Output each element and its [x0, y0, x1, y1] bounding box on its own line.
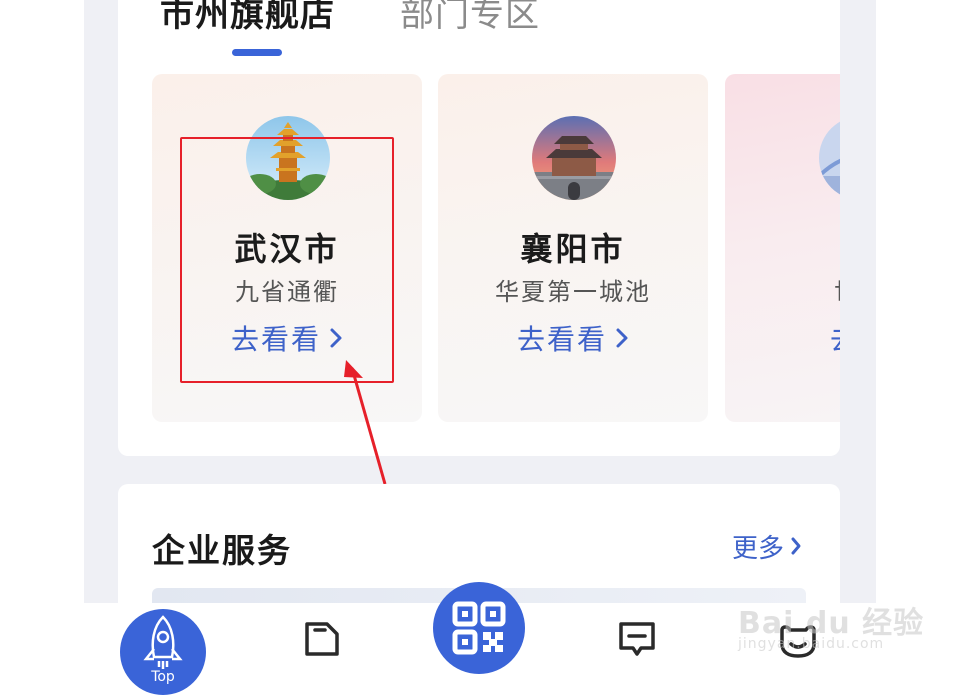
chevron-right-icon	[790, 533, 802, 563]
more-link[interactable]: 更多	[732, 528, 802, 565]
watermark: Bai du 经验 jingyan.baidu.com	[730, 580, 930, 660]
city-slogan: 世界	[725, 272, 840, 307]
more-link-label: 更多	[731, 534, 784, 564]
back-to-top-button[interactable]: Top	[120, 609, 206, 695]
tab-city-stores[interactable]: 市州旗舰店	[160, 0, 335, 40]
city-name: 襄阳市	[520, 230, 626, 268]
section-title: 企业服务	[152, 531, 292, 570]
annotation-highlight-box	[180, 137, 394, 383]
message-icon[interactable]	[617, 620, 657, 660]
tab-department-zone[interactable]: 部门专区	[400, 0, 540, 40]
city-avatar-partial	[819, 116, 840, 200]
city-name: 宜	[725, 224, 840, 270]
city-view-link[interactable]: 去看看	[438, 318, 708, 358]
city-card-partial[interactable]: 宜 世界 去看	[725, 74, 840, 422]
city-avatar-xiangyang	[532, 116, 616, 200]
city-view-link-label: 去看看	[516, 323, 607, 356]
annotation-arrow	[344, 360, 387, 485]
city-card-xiangyang[interactable]: 襄阳市 华夏第一城池 去看看	[438, 74, 708, 422]
city-slogan: 华夏第一城池	[495, 278, 651, 306]
watermark-url: jingyan.baidu.com	[738, 636, 885, 652]
chevron-right-icon	[615, 323, 629, 356]
qr-code-icon	[452, 601, 506, 655]
bookmark-icon[interactable]	[303, 620, 341, 658]
scan-qr-button[interactable]	[433, 582, 525, 674]
active-tab-indicator	[232, 49, 282, 56]
back-to-top-label: Top	[151, 669, 175, 685]
city-view-link[interactable]: 去看	[725, 318, 840, 358]
